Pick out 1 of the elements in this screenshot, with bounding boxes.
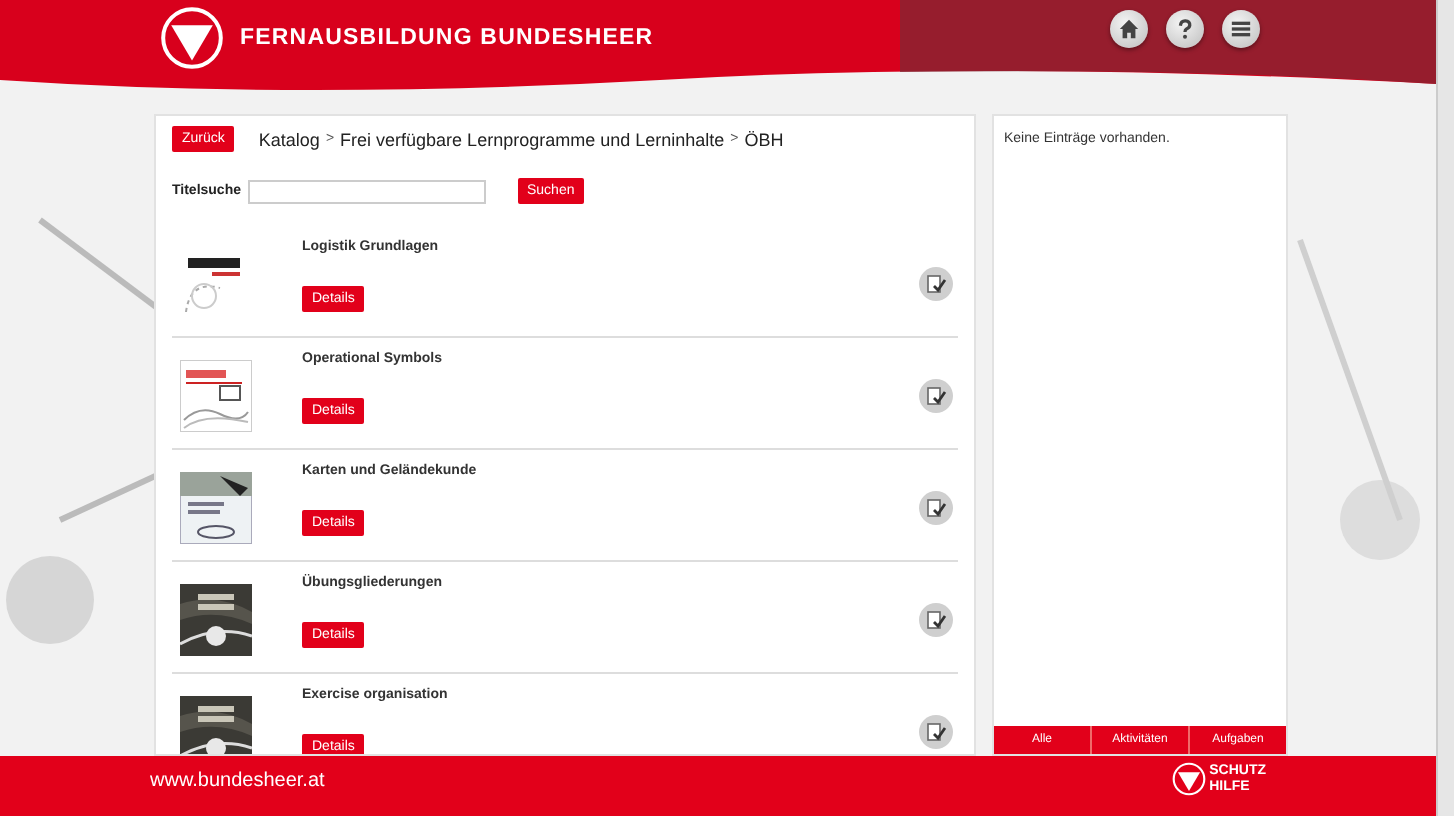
scrollbar[interactable]: [1436, 0, 1454, 816]
